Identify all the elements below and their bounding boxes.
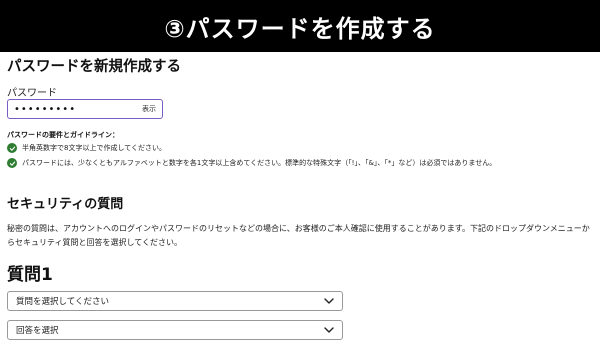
requirement-text: 半角英数字で8文字以上で作成してください。 bbox=[22, 144, 167, 152]
requirement-item: パスワードには、少なくともアルファベットと数字を各1文字以上含めてください。標準… bbox=[7, 158, 496, 168]
security-section-title: セキュリティの質問 bbox=[7, 197, 124, 212]
step-banner: ③パスワードを作成する bbox=[0, 0, 600, 52]
password-label: パスワード bbox=[7, 88, 57, 99]
password-value: ••••••••• bbox=[14, 103, 77, 115]
chevron-down-icon bbox=[324, 298, 334, 304]
question-select-value: 質問を選択してください bbox=[16, 297, 109, 307]
answer-select[interactable]: 回答を選択 bbox=[7, 320, 343, 340]
check-icon bbox=[7, 158, 17, 168]
requirement-text: パスワードには、少なくともアルファベットと数字を各1文字以上含めてください。標準… bbox=[22, 159, 497, 167]
requirements-heading: パスワードの要件とガイドライン： bbox=[7, 131, 119, 139]
security-description: 秘密の質問は、アカウントへのログインやパスワードのリセットなどの場合に、お客様の… bbox=[7, 224, 590, 247]
password-field[interactable]: ••••••••• 表示 bbox=[7, 99, 163, 119]
banner-title: ③パスワードを作成する bbox=[164, 14, 436, 43]
page-title: パスワードを新規作成する bbox=[7, 59, 181, 75]
requirement-item: 半角英数字で8文字以上で作成してください。 bbox=[7, 143, 166, 153]
show-password-button[interactable]: 表示 bbox=[142, 104, 156, 114]
question-select[interactable]: 質問を選択してください bbox=[7, 291, 343, 311]
question-title: 質問1 bbox=[7, 265, 53, 285]
check-icon bbox=[7, 143, 17, 153]
chevron-down-icon bbox=[324, 327, 334, 333]
answer-select-value: 回答を選択 bbox=[16, 326, 59, 336]
